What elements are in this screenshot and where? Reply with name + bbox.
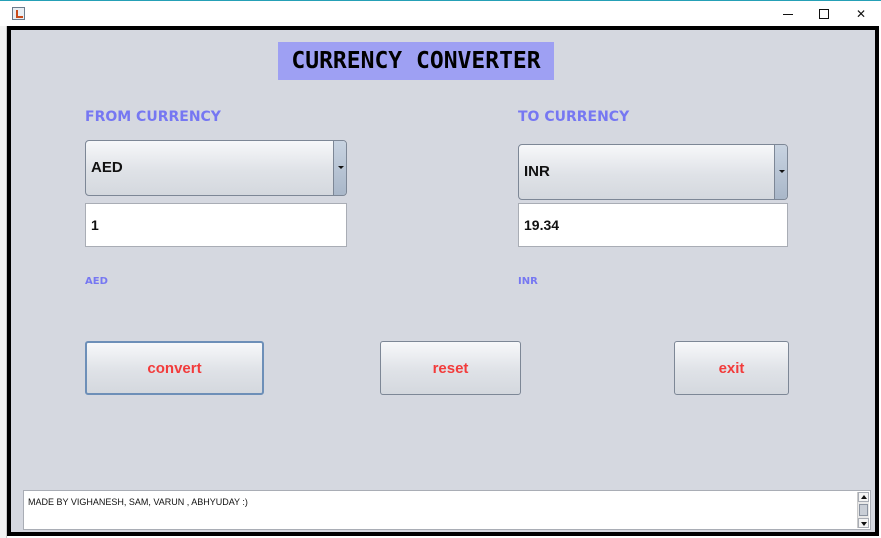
to-amount-output[interactable]: 19.34	[518, 203, 788, 247]
chevron-down-icon[interactable]	[774, 145, 787, 199]
chevron-down-icon[interactable]	[333, 141, 346, 195]
to-currency-label: TO CURRENCY	[518, 109, 630, 125]
app-icon	[12, 7, 25, 20]
minimize-icon	[783, 13, 793, 15]
from-currency-value: AED	[91, 159, 123, 176]
scroll-up-arrow-icon[interactable]	[858, 492, 869, 502]
minimize-button[interactable]	[770, 4, 806, 24]
from-currency-code: AED	[85, 276, 108, 287]
credits-text: MADE BY VIGHANESH, SAM, VARUN , ABHYUDAY…	[28, 497, 248, 507]
to-currency-value: INR	[524, 163, 550, 180]
from-amount-input[interactable]: 1	[85, 203, 347, 247]
close-button[interactable]: ✕	[843, 4, 879, 24]
to-currency-code: INR	[518, 276, 538, 287]
reset-button[interactable]: reset	[380, 341, 521, 395]
background-window-strip	[0, 26, 7, 538]
close-icon: ✕	[855, 7, 867, 21]
maximize-icon	[819, 9, 829, 19]
maximize-button[interactable]	[806, 4, 842, 24]
convert-button[interactable]: convert	[85, 341, 264, 395]
app-title: CURRENCY CONVERTER	[278, 42, 554, 80]
converter-panel: CURRENCY CONVERTER FROM CURRENCY TO CURR…	[7, 26, 879, 536]
to-currency-select[interactable]: INR	[518, 144, 788, 200]
exit-button[interactable]: exit	[674, 341, 789, 395]
scroll-down-arrow-icon[interactable]	[858, 518, 869, 528]
from-currency-label: FROM CURRENCY	[85, 109, 221, 125]
vertical-scrollbar[interactable]	[857, 492, 869, 528]
window-titlebar: ✕	[0, 0, 881, 26]
from-currency-select[interactable]: AED	[85, 140, 347, 196]
scroll-thumb[interactable]	[859, 504, 868, 516]
credits-textarea[interactable]: MADE BY VIGHANESH, SAM, VARUN , ABHYUDAY…	[23, 490, 871, 530]
